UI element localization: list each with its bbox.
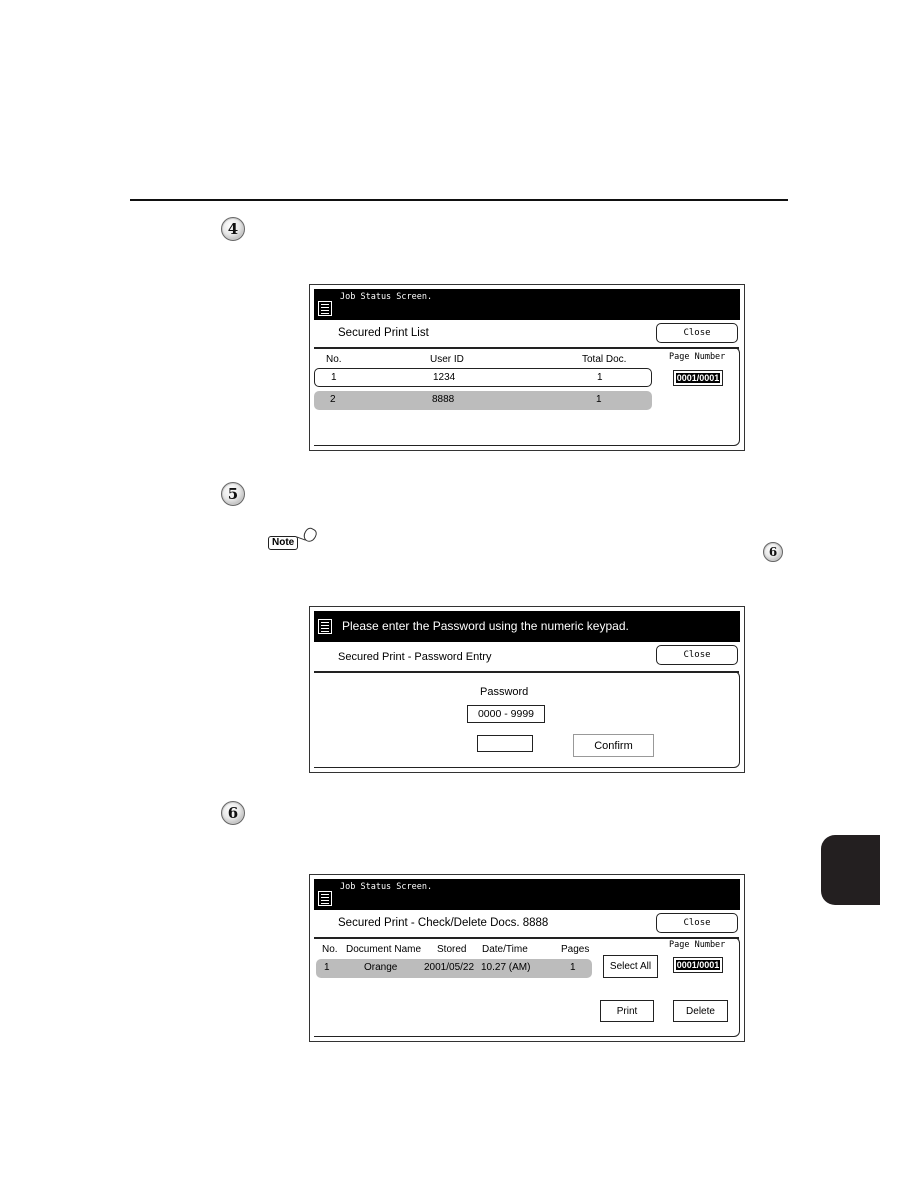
delete-button[interactable]: Delete — [673, 1000, 728, 1022]
step-6-icon: 6 — [221, 801, 245, 825]
step-number: 5 — [227, 485, 239, 503]
column-header-no: No. — [322, 944, 338, 955]
job-list-icon — [318, 891, 332, 906]
row-stored: 2001/05/22 — [424, 962, 475, 973]
header-rule — [130, 199, 788, 201]
column-header-date-time: Date/Time — [482, 944, 528, 955]
note-label: Note — [268, 536, 299, 550]
row-user-id: 8888 — [432, 394, 455, 405]
column-header-stored: Stored — [437, 944, 467, 955]
row-total-doc: 1 — [597, 372, 603, 383]
table-row-selected[interactable]: 1 Orange 2001/05/22 10.27 (AM) 1 — [316, 959, 592, 978]
table-row-selected[interactable]: 2 8888 1 — [314, 391, 652, 410]
page-number-field: 0001/0001 — [673, 370, 723, 386]
header-message: Job Status Screen. — [340, 882, 433, 892]
note-marker: Note — [268, 525, 319, 550]
header-message: Job Status Screen. — [340, 292, 433, 302]
chapter-tab — [821, 835, 880, 905]
row-no: 1 — [331, 372, 337, 383]
page-number-value: 0001/0001 — [675, 373, 721, 383]
step-6-reference-icon: 6 — [763, 542, 783, 562]
row-document-name: Orange — [364, 962, 398, 973]
job-list-icon — [318, 301, 332, 316]
step-4-icon: 4 — [221, 217, 245, 241]
password-panel: Password 0000 - 9999 Confirm — [314, 671, 740, 768]
close-button[interactable]: Close — [656, 913, 738, 933]
screen-title: Secured Print - Password Entry — [338, 651, 492, 663]
step-number: 6 — [768, 545, 778, 559]
document-panel: No. Document Name Stored Date/Time Pages… — [314, 937, 740, 1037]
check-delete-docs-screen: Job Status Screen. Secured Print - Check… — [309, 874, 745, 1042]
page-number-field: 0001/0001 — [673, 957, 723, 973]
table-row[interactable]: 1 1234 1 — [314, 368, 652, 387]
column-header-total-doc: Total Doc. — [582, 354, 627, 365]
print-button[interactable]: Print — [600, 1000, 654, 1022]
row-user-id: 1234 — [433, 372, 456, 383]
header-message: Please enter the Password using the nume… — [342, 619, 629, 633]
row-total-doc: 1 — [596, 394, 602, 405]
confirm-button[interactable]: Confirm — [573, 734, 654, 757]
row-date-time: 10.27 (AM) — [481, 962, 531, 973]
password-label: Password — [480, 686, 529, 698]
page-number-value: 0001/0001 — [675, 960, 721, 970]
column-header-no: No. — [326, 354, 342, 365]
password-input[interactable] — [477, 735, 533, 752]
screen-title: Secured Print List — [338, 327, 429, 339]
column-header-pages: Pages — [561, 944, 590, 955]
page-number-label: Page Number — [669, 352, 726, 362]
page-number-label: Page Number — [669, 940, 726, 950]
close-button[interactable]: Close — [656, 323, 738, 343]
step-number: 6 — [227, 804, 239, 822]
password-entry-screen: Please enter the Password using the nume… — [309, 606, 745, 773]
row-no: 1 — [324, 962, 330, 973]
list-panel: No. User ID Total Doc. 1 1234 1 2 8888 1… — [314, 347, 740, 446]
screen-header: Please enter the Password using the nume… — [314, 611, 740, 642]
pen-icon — [301, 525, 319, 545]
screen-header: Job Status Screen. — [314, 289, 740, 320]
password-range-hint: 0000 - 9999 — [467, 705, 545, 723]
column-header-user-id: User ID — [430, 354, 464, 365]
step-5-icon: 5 — [221, 482, 245, 506]
secured-print-list-screen: Job Status Screen. Secured Print List Cl… — [309, 284, 745, 451]
column-header-document-name: Document Name — [346, 944, 422, 955]
select-all-button[interactable]: Select All — [603, 955, 658, 978]
row-pages: 1 — [570, 962, 576, 973]
screen-header: Job Status Screen. — [314, 879, 740, 910]
job-list-icon — [318, 619, 332, 634]
close-button[interactable]: Close — [656, 645, 738, 665]
step-number: 4 — [227, 220, 239, 238]
row-no: 2 — [330, 394, 336, 405]
screen-title: Secured Print - Check/Delete Docs. 8888 — [338, 917, 549, 929]
